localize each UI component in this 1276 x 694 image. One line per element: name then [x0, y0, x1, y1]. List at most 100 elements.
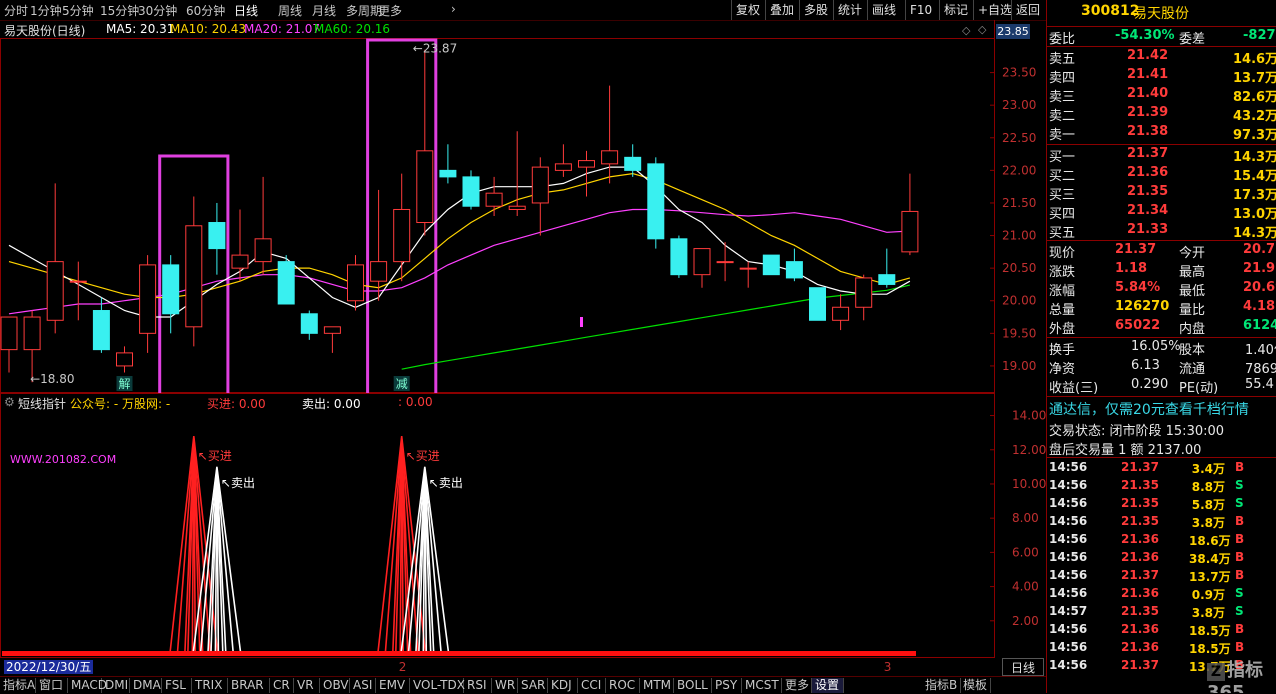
indicator-tab-21[interactable]: BOLL	[674, 678, 712, 693]
indicator-tab-24[interactable]: 更多	[782, 678, 812, 693]
ask-volume: 13.7万	[1233, 71, 1276, 86]
candle	[185, 196, 203, 347]
period-tab-7[interactable]: 周线	[278, 2, 302, 19]
ma60-line	[401, 284, 911, 370]
candle-body	[855, 277, 873, 308]
toolbar-button-8[interactable]: 返回	[1011, 0, 1044, 20]
tick-row: 14:56 21.37 3.4万 B	[1049, 460, 1245, 476]
toolbar-button-2[interactable]: 多股	[799, 0, 832, 20]
bid-level-1: 买一 21.37 14.3万	[1047, 145, 1276, 165]
indicator-tab-25[interactable]: 设置	[812, 678, 844, 693]
quote-row-4: 外盘65022内盘61248	[1049, 318, 1276, 337]
indicator-tab-2[interactable]: MACD	[68, 678, 107, 693]
bid-volume: 13.0万	[1233, 207, 1276, 222]
kline-chart-panel[interactable]: 易天股份(日线) MA5: 20.31 MA10: 20.43 MA20: 21…	[0, 20, 1046, 393]
indicator-panel[interactable]: ⚙ 短线指针 公众号: - 万股网: - 买进: 0.00 卖出: 0.00 :…	[0, 393, 1046, 658]
tick-row: 14:5621.3713.7万B	[1049, 568, 1245, 584]
bid-price: 21.37	[1127, 146, 1169, 161]
ask-volume: 82.6万	[1233, 90, 1276, 105]
indicator-tab-0[interactable]: 指标A	[0, 678, 36, 693]
indicator-tab-20[interactable]: MTM	[640, 678, 674, 693]
bid-price: 21.35	[1127, 184, 1169, 199]
candle-body	[624, 156, 642, 171]
period-tab-6[interactable]: 日线	[234, 2, 258, 19]
candle-body	[809, 287, 826, 321]
kline-svg: 23.50 23.00 22.50 22.00 21.50 21.00 20.50 20.00…	[0, 20, 1036, 393]
y-tick-label: 23.00	[1002, 98, 1036, 112]
indicator-tab-18[interactable]: CCI	[578, 678, 606, 693]
candle-body	[139, 264, 157, 334]
indicator-tab-17[interactable]: KDJ	[548, 678, 578, 693]
sell-signal-label: ↖卖出	[429, 476, 463, 490]
indicator-tab-13[interactable]: VOL-TDX	[410, 678, 465, 693]
indicator-svg: 14.00 12.00 10.00 8.00 6.00 4.00 2.00 ↖买进 ↖买进 ↖卖出…	[0, 393, 1046, 658]
indicator-tab-23[interactable]: MCST	[742, 678, 782, 693]
indicator-right-tab-1[interactable]: 模板	[960, 678, 992, 693]
candle-body	[46, 261, 64, 321]
candle	[485, 176, 503, 216]
candle-body	[462, 176, 480, 207]
indicator-tab-9[interactable]: VR	[294, 678, 320, 693]
period-tab-3[interactable]: 15分钟	[100, 2, 139, 19]
indicator-tab-22[interactable]: PSY	[712, 678, 742, 693]
ind-y-tick-label: 6.00	[1012, 545, 1039, 559]
indicator-tab-12[interactable]: EMV	[376, 678, 410, 693]
period-tab-9[interactable]: 多周期	[346, 2, 382, 19]
indicator-tab-11[interactable]: ASI	[350, 678, 376, 693]
bid-price: 21.33	[1127, 222, 1169, 237]
candle-body	[208, 222, 226, 250]
toolbar-button-4[interactable]: 画线	[867, 0, 900, 20]
sell-signal-label: ↖卖出	[221, 476, 255, 490]
candle	[531, 157, 549, 236]
indicator-tab-4[interactable]: DMA	[130, 678, 162, 693]
indicator-tab-5[interactable]: FSL	[162, 678, 192, 693]
indicator-tab-10[interactable]: OBV	[320, 678, 350, 693]
candle-body	[323, 326, 341, 334]
indicator-tab-3[interactable]: DMI	[102, 678, 130, 693]
indicator-right-tab-0[interactable]: 指标B	[922, 678, 962, 693]
indicator-tab-19[interactable]: ROC	[606, 678, 640, 693]
bid-volume: 14.3万	[1233, 226, 1276, 241]
quote-row-1: 涨跌1.18最高21.97	[1049, 261, 1276, 280]
ind-y-tick-label: 14.00	[1012, 409, 1046, 423]
period-tab-10[interactable]: 更多	[378, 2, 402, 19]
date-axis: 2022/12/30/五 日线 2 3	[0, 658, 1046, 676]
period-tab-5[interactable]: 60分钟	[186, 2, 225, 19]
promo-banner[interactable]: 通达信，仅需20元查看千档行情	[1047, 398, 1276, 418]
period-tab-2[interactable]: 5分钟	[62, 2, 94, 19]
bid-level-3: 买三 21.35 17.3万	[1047, 183, 1276, 203]
period-tab-1[interactable]: 1分钟	[30, 2, 62, 19]
indicator-tab-8[interactable]: CR	[270, 678, 294, 693]
tick-row: 14:56 21.36 38.4万 B	[1049, 550, 1245, 566]
period-tab-4[interactable]: 30分钟	[138, 2, 177, 19]
toolbar-button-5[interactable]: F10	[905, 0, 936, 20]
signal-label: 解	[119, 377, 131, 391]
bid-level-5: 买五 21.33 14.3万	[1047, 221, 1276, 241]
indicator-tab-15[interactable]: WR	[492, 678, 518, 693]
indicator-tab-7[interactable]: BRAR	[228, 678, 270, 693]
candle	[855, 274, 873, 321]
fund-row-0: 换手16.05%股本1.40亿	[1049, 339, 1276, 358]
toolbar-button-3[interactable]: 统计	[833, 0, 866, 20]
more-chevron-icon[interactable]: ›	[451, 2, 456, 16]
toolbar-button-0[interactable]: 复权	[731, 0, 764, 20]
indicator-tab-14[interactable]: RSI	[464, 678, 492, 693]
indicator-tab-6[interactable]: TRIX	[192, 678, 228, 693]
candle-body	[116, 352, 133, 367]
buy-signal-label: ↖买进	[198, 449, 232, 463]
period-tab-8[interactable]: 月线	[312, 2, 336, 19]
toolbar-button-1[interactable]: 叠加	[765, 0, 798, 20]
quote-row-2: 涨幅5.84%最低20.69	[1049, 280, 1276, 299]
fund-row-1: 净资6.13流通7869万	[1049, 358, 1276, 377]
candle-body	[739, 267, 757, 270]
period-tab-0[interactable]: 分时	[4, 2, 28, 19]
candle	[647, 157, 665, 249]
indicator-tab-16[interactable]: SAR	[518, 678, 548, 693]
tick-row: 14:56 21.36 0.9万 S	[1049, 586, 1244, 602]
y-tick-label: 20.00	[1002, 294, 1036, 308]
indicator-tab-1[interactable]: 窗口	[36, 678, 68, 693]
toolbar-button-7[interactable]: +自选	[973, 0, 1016, 20]
toolbar-button-6[interactable]: 标记	[939, 0, 972, 20]
stock-code: 300812	[1081, 3, 1140, 19]
day-period-label[interactable]: 日线	[1002, 658, 1044, 676]
